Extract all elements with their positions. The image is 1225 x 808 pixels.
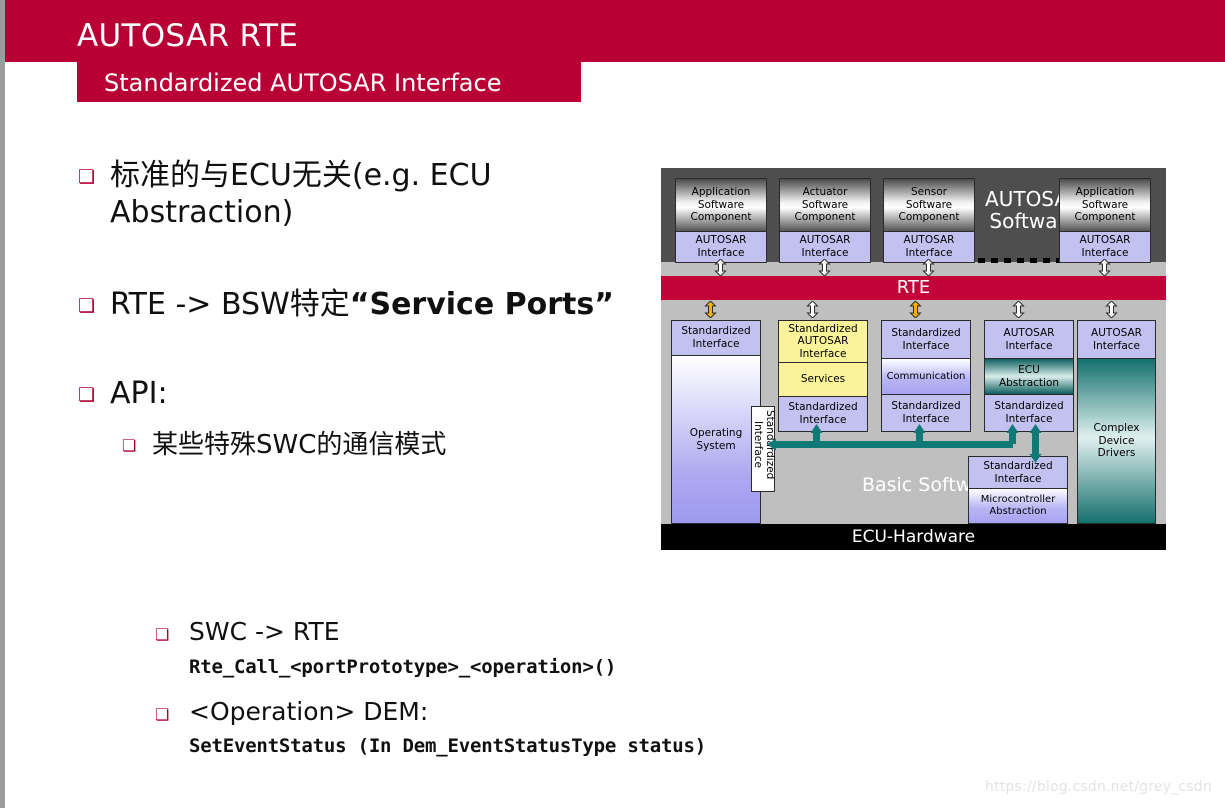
watermark: https://blog.csdn.net/grey_csdn [985,779,1212,795]
ecu-hardware-label: ECU-Hardware [851,527,976,547]
bullet-item-2-text: RTE -> BSW特定“Service Ports” [110,287,614,324]
bullet-list: ❏ 标准的与ECU无关(e.g. ECU Abstraction) ❏ RTE … [78,158,648,462]
bsw-services-column: Standardized AUTOSAR Interface Services St… [778,320,868,432]
bullet-item-1-line-b: Abstraction) [110,194,294,230]
bsw-operating-system-column: Standardized Interface Operating System [671,320,761,524]
swc-application-2-name: Application Software Component [1060,179,1150,231]
arrow-rte-cdd-icon [1105,301,1118,318]
teal-arrow-mcal-down-icon [1029,454,1042,463]
code-heading-2: <Operation> DEM: [189,696,429,726]
bsw-ecu-abstraction-column: AUTOSAR Interface ECU Abstraction Standard… [984,320,1074,432]
swc-sensor-interface: AUTOSAR Interface [884,231,974,262]
teal-bus-horizontal [775,441,1013,448]
cdd-body: Complex Device Drivers [1078,359,1155,523]
slide: AUTOSAR RTE Standardized AUTOSAR Interfa… [0,0,1225,808]
arrow-swc-sensor-rte-icon [922,259,935,276]
code-heading-row-1: ❏ SWC -> RTE [155,618,915,646]
teal-arrow-services-icon [810,424,823,433]
bullet-square-icon: ❏ [78,383,96,406]
bullet-item-4: ❏ 某些特殊SWC的通信模式 [122,430,648,462]
bullet-square-icon: ❏ [78,166,96,188]
teal-arrow-mcal-up-icon [1029,424,1042,433]
bsw-complex-device-drivers-column: AUTOSAR Interface Complex Device Drivers [1077,320,1156,524]
ecu-abstraction-autosar-interface: AUTOSAR Interface [985,321,1073,359]
code-heading-row-2: ❏ <Operation> DEM: [155,696,915,726]
arrow-swc-actuator-rte-icon [818,259,831,276]
swc-application-2-interface: AUTOSAR Interface [1060,231,1150,262]
bullet-item-2: ❏ RTE -> BSW特定“Service Ports” [78,287,648,324]
bullet-item-4-text: 某些特殊SWC的通信模式 [152,430,447,461]
swc-sensor: Sensor Software Component AUTOSAR Interface [883,178,975,263]
bullet-item-1-line-a: 标准的与ECU无关(e.g. ECU [110,158,492,193]
subtitle-band: Standardized AUTOSAR Interface [77,62,581,102]
code-heading-1: SWC -> RTE [189,617,340,646]
services-standardized-autosar-interface: Standardized AUTOSAR Interface [779,321,867,363]
bullet-square-icon: ❏ [155,625,170,644]
swc-sensor-name: Sensor Software Component [884,179,974,231]
communication-standardized-interface-bottom: Standardized Interface [882,395,970,431]
page-title: AUTOSAR RTE [77,18,299,54]
swc-application-1-interface: AUTOSAR Interface [676,231,766,262]
microcontroller-abstraction-column: Standardized Interface Microcontroller Abs… [968,456,1068,524]
mcal-standardized-interface: Standardized Interface [969,457,1067,489]
swc-actuator-interface: AUTOSAR Interface [780,231,870,262]
communication-body: Communication [882,359,970,395]
ecu-abstraction-body: ECU Abstraction [985,359,1073,395]
rte-bar: RTE [661,276,1166,300]
bullet-square-icon: ❏ [78,295,96,318]
arrow-swc-app2-rte-icon [1098,259,1111,276]
bullet-item-2-bold: “Service Ports” [349,287,614,323]
teal-arrow-communication-icon [913,424,926,433]
services-body: Services [779,363,867,397]
os-body: Operating System [672,356,760,523]
teal-arrow-ecu-abstraction-icon [1006,424,1019,433]
cdd-autosar-interface: AUTOSAR Interface [1078,321,1155,359]
swc-application-1: Application Software Component AUTOSAR Inte… [675,178,767,263]
ecu-hardware-bar: ECU-Hardware [661,524,1166,550]
bullet-item-2-plain: RTE -> BSW特定 [110,287,350,323]
swc-application-1-name: Application Software Component [676,179,766,231]
swc-application-2: Application Software Component AUTOSAR Inte… [1059,178,1151,263]
subtitle-text: Standardized AUTOSAR Interface [104,69,502,97]
swc-actuator-name: Actuator Software Component [780,179,870,231]
code-line-2: SetEventStatus (In Dem_EventStatusType s… [189,735,706,757]
bsw-communication-column: Standardized Interface Communication Stan… [881,320,971,432]
arrow-swc-app1-rte-icon [714,259,727,276]
mcal-body: Microcontroller Abstraction [969,489,1067,523]
bullet-item-3-text: API: [110,375,168,411]
bullet-item-1: ❏ 标准的与ECU无关(e.g. ECU Abstraction) [78,158,648,231]
teal-arrow-to-os-icon [767,438,776,451]
bullet-item-3: ❏ API: [78,376,648,413]
code-line-1: Rte_Call_<portPrototype>_<operation>() [189,655,617,678]
left-border-rail [0,0,5,808]
arrow-rte-ecu-abstraction-icon [1012,301,1025,318]
os-standardized-interface: Standardized Interface [672,321,760,356]
arrow-rte-os-icon [704,301,717,318]
bullet-item-1-text: 标准的与ECU无关(e.g. ECU Abstraction) [110,158,492,231]
autosar-architecture-diagram: AUTOSAR Software Application Software Comp… [661,168,1166,550]
bullet-square-icon: ❏ [122,436,137,456]
rte-label: RTE [896,277,931,298]
code-section: ❏ SWC -> RTE Rte_Call_<portPrototype>_<o… [155,618,915,757]
services-standardized-interface-bottom: Standardized Interface [779,397,867,431]
bullet-square-icon: ❏ [155,704,170,724]
communication-standardized-interface-top: Standardized Interface [882,321,970,359]
arrow-rte-services-icon [806,301,819,318]
swc-actuator: Actuator Software Component AUTOSAR Interfa… [779,178,871,263]
arrow-rte-communication-icon [909,301,922,318]
